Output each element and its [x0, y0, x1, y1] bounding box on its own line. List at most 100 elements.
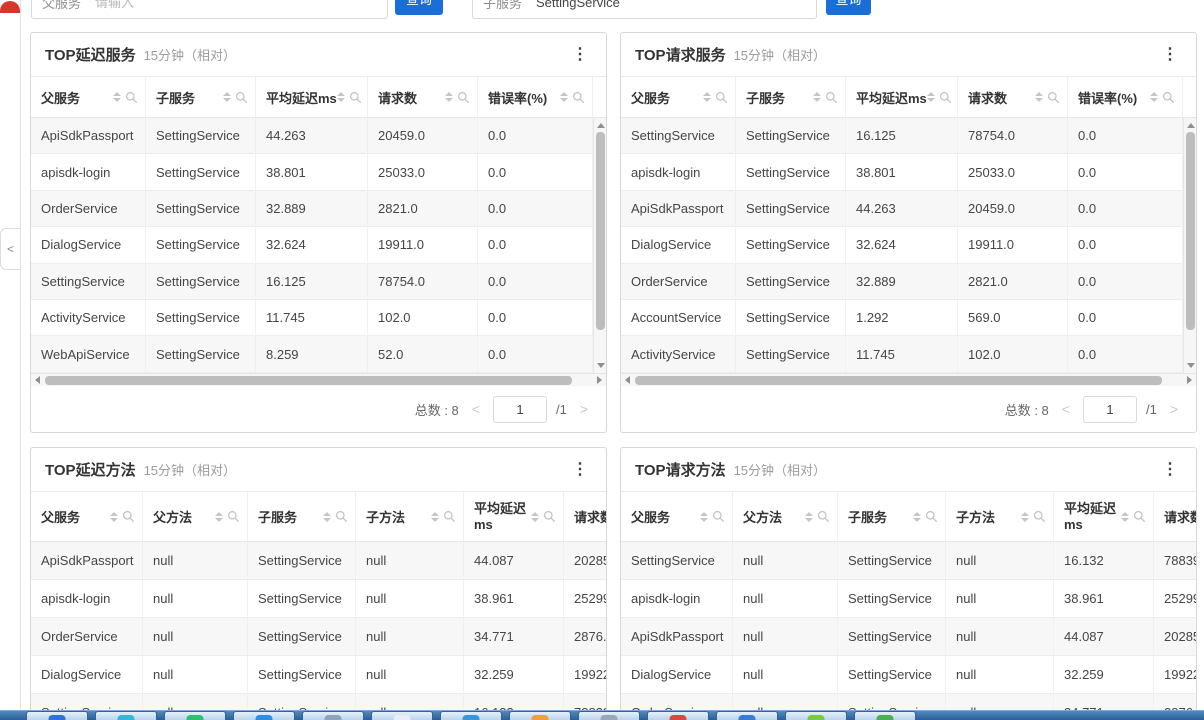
sort-carets-icon[interactable]: [1035, 92, 1043, 102]
column-header[interactable]: 父服务: [621, 492, 733, 541]
prev-page-button[interactable]: <: [472, 401, 480, 417]
column-header[interactable]: 平均延迟ms: [256, 77, 368, 117]
search-icon[interactable]: [1047, 91, 1060, 104]
table-row[interactable]: WebApiServiceSettingService8.25952.00.0: [31, 336, 606, 372]
table-row[interactable]: DialogServicenullSettingServicenull32.25…: [621, 656, 1196, 694]
search-icon[interactable]: [349, 91, 362, 104]
search-icon[interactable]: [1033, 510, 1046, 523]
kebab-menu-icon[interactable]: ⋮: [568, 460, 592, 480]
search-icon[interactable]: [825, 91, 838, 104]
search-icon[interactable]: [443, 510, 456, 523]
kebab-menu-icon[interactable]: ⋮: [1158, 45, 1182, 65]
search-icon[interactable]: [227, 510, 240, 523]
taskbar-button[interactable]: [233, 711, 295, 720]
sort-carets-icon[interactable]: [927, 92, 935, 102]
search-icon[interactable]: [712, 510, 725, 523]
table-row[interactable]: OrderServiceSettingService32.8892821.00.…: [31, 191, 606, 227]
sort-carets-icon[interactable]: [813, 92, 821, 102]
column-header[interactable]: 平均延迟ms: [846, 77, 958, 117]
column-header[interactable]: 子服务: [248, 492, 356, 541]
sort-carets-icon[interactable]: [703, 92, 711, 102]
table-row[interactable]: DialogServicenullSettingServicenull32.25…: [31, 656, 606, 694]
search-icon[interactable]: [939, 91, 952, 104]
scroll-up-arrow-icon[interactable]: [597, 123, 605, 128]
next-page-button[interactable]: >: [580, 401, 588, 417]
column-header[interactable]: 子方法: [946, 492, 1054, 541]
sort-carets-icon[interactable]: [1021, 512, 1029, 522]
next-page-button[interactable]: >: [1170, 401, 1178, 417]
prev-page-button[interactable]: <: [1062, 401, 1070, 417]
column-header[interactable]: 父服务: [31, 77, 146, 117]
taskbar-button[interactable]: [509, 711, 571, 720]
table-row[interactable]: ApiSdkPassportSettingService44.26320459.…: [31, 118, 606, 154]
sort-carets-icon[interactable]: [700, 512, 708, 522]
sort-carets-icon[interactable]: [531, 512, 539, 522]
child-service-input[interactable]: [536, 0, 806, 10]
sort-carets-icon[interactable]: [431, 512, 439, 522]
table-row[interactable]: apisdk-loginSettingService38.80125033.00…: [621, 154, 1196, 190]
vertical-scrollbar-thumb[interactable]: [1186, 132, 1195, 330]
sort-carets-icon[interactable]: [337, 92, 345, 102]
scroll-left-arrow-icon[interactable]: [625, 376, 630, 384]
sort-carets-icon[interactable]: [323, 512, 331, 522]
column-header[interactable]: 平均延迟ms: [464, 492, 564, 541]
column-header[interactable]: 子服务: [838, 492, 946, 541]
column-header[interactable]: 错误率(%): [478, 77, 593, 117]
taskbar-corner-icon[interactable]: [0, 1, 20, 13]
table-row[interactable]: SettingServiceSettingService16.12578754.…: [621, 118, 1196, 154]
kebab-menu-icon[interactable]: ⋮: [1158, 460, 1182, 480]
taskbar-button[interactable]: [647, 711, 709, 720]
taskbar-button[interactable]: [302, 711, 364, 720]
table-row[interactable]: apisdk-loginnullSettingServicenull38.961…: [31, 580, 606, 618]
scroll-left-arrow-icon[interactable]: [35, 376, 40, 384]
sort-carets-icon[interactable]: [913, 512, 921, 522]
column-header[interactable]: 子服务: [146, 77, 256, 117]
table-row[interactable]: OrderServiceSettingService32.8892821.00.…: [621, 264, 1196, 300]
sort-carets-icon[interactable]: [805, 512, 813, 522]
sort-carets-icon[interactable]: [560, 92, 568, 102]
query-button-parent[interactable]: 查询: [395, 0, 443, 15]
taskbar-button[interactable]: [785, 711, 847, 720]
scroll-right-arrow-icon[interactable]: [1187, 376, 1192, 384]
taskbar-button[interactable]: [440, 711, 502, 720]
sort-carets-icon[interactable]: [113, 92, 121, 102]
windows-taskbar[interactable]: [0, 710, 1204, 720]
column-header[interactable]: 子服务: [736, 77, 846, 117]
sort-carets-icon[interactable]: [223, 92, 231, 102]
table-row[interactable]: ApiSdkPassportSettingService44.26320459.…: [621, 191, 1196, 227]
table-row[interactable]: apisdk-loginnullSettingServicenull38.961…: [621, 580, 1196, 618]
vertical-scrollbar[interactable]: [1183, 118, 1196, 373]
column-header[interactable]: 请求数: [368, 77, 478, 117]
parent-service-input[interactable]: [95, 0, 377, 10]
column-header[interactable]: 父方法: [143, 492, 248, 541]
sort-carets-icon[interactable]: [215, 512, 223, 522]
horizontal-scrollbar-thumb[interactable]: [45, 376, 572, 385]
column-header[interactable]: 平均延迟ms: [1054, 492, 1154, 541]
page-number-input[interactable]: [1083, 396, 1137, 423]
column-header[interactable]: 父服务: [621, 77, 736, 117]
taskbar-button[interactable]: [854, 711, 916, 720]
search-icon[interactable]: [543, 510, 556, 523]
kebab-menu-icon[interactable]: ⋮: [568, 45, 592, 65]
search-icon[interactable]: [125, 91, 138, 104]
search-icon[interactable]: [457, 91, 470, 104]
search-icon[interactable]: [235, 91, 248, 104]
taskbar-button[interactable]: [95, 711, 157, 720]
table-row[interactable]: OrderServicenullSettingServicenull34.771…: [31, 618, 606, 656]
page-number-input[interactable]: [493, 396, 547, 423]
table-row[interactable]: ApiSdkPassportnullSettingServicenull44.0…: [621, 618, 1196, 656]
horizontal-scrollbar-thumb[interactable]: [635, 376, 1162, 385]
query-button-child[interactable]: 查询: [826, 0, 871, 15]
table-row[interactable]: ActivityServiceSettingService11.745102.0…: [31, 300, 606, 336]
column-header[interactable]: 请求数: [564, 492, 606, 541]
taskbar-button[interactable]: [716, 711, 778, 720]
table-row[interactable]: SettingServicenullSettingServicenull16.1…: [621, 542, 1196, 580]
column-header[interactable]: 请求数: [1154, 492, 1196, 541]
sidebar-collapse-button[interactable]: <: [0, 228, 21, 270]
column-header[interactable]: 请求数: [958, 77, 1068, 117]
column-header[interactable]: 子方法: [356, 492, 464, 541]
taskbar-button[interactable]: [578, 711, 640, 720]
search-icon[interactable]: [122, 510, 135, 523]
search-icon[interactable]: [572, 91, 585, 104]
search-icon[interactable]: [925, 510, 938, 523]
